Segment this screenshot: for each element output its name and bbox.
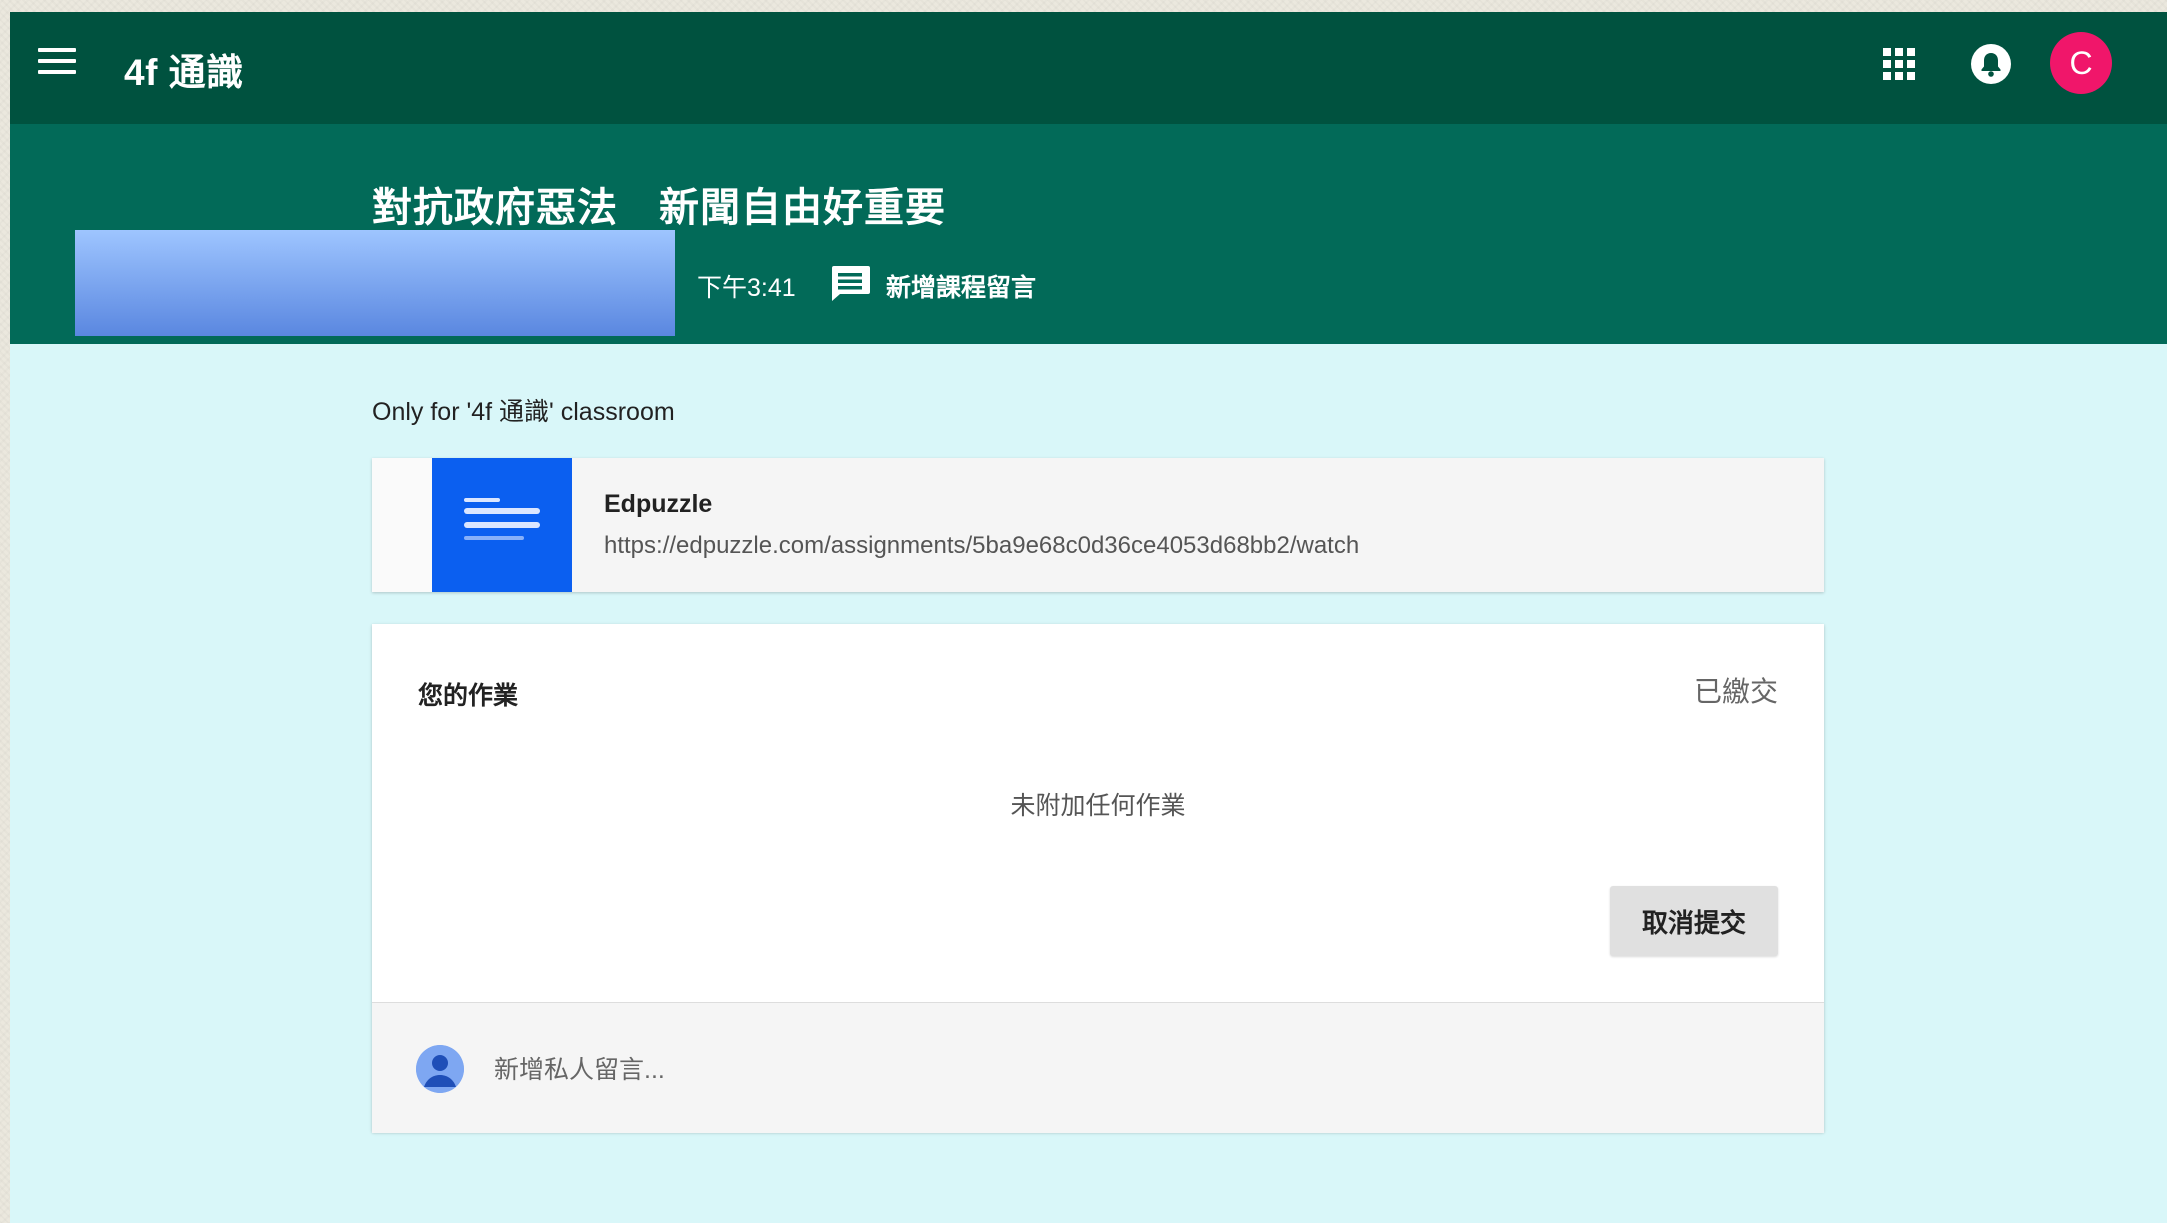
private-comment-input[interactable]: [492, 1043, 1396, 1097]
hamburger-menu-icon[interactable]: [38, 48, 76, 78]
private-comment-section: [372, 1002, 1824, 1133]
status-badge: 已繳交: [1693, 676, 1778, 707]
post-header-banner: 對抗政府惡法 新聞自由好重要 下午3:41 新增課程留言: [10, 124, 2167, 344]
class-name[interactable]: 4f 通識: [124, 42, 244, 96]
attachment-thumbnail: [372, 458, 572, 592]
apps-grid-icon[interactable]: [1883, 48, 1915, 80]
classroom-app: 4f 通識 C 對抗政府惡法 新聞自由好重要 下午3:41 新增課程留言 Onl…: [10, 12, 2167, 1223]
comment-icon[interactable]: [828, 264, 872, 302]
post-title: 對抗政府惡法 新聞自由好重要: [372, 186, 946, 230]
audience-note: Only for '4f 通識' classroom: [372, 398, 675, 426]
attachment-url: https://edpuzzle.com/assignments/5ba9e68…: [604, 532, 1360, 559]
post-time: 下午3:41: [697, 274, 796, 302]
your-work-card: 您的作業 已繳交 未附加任何作業 取消提交: [372, 624, 1824, 1133]
user-avatar[interactable]: C: [2050, 32, 2112, 94]
unsubmit-button[interactable]: 取消提交: [1610, 886, 1778, 956]
attachment-card[interactable]: Edpuzzle https://edpuzzle.com/assignment…: [372, 458, 1824, 592]
redacted-author-block: [75, 230, 675, 336]
your-work-label: 您的作業: [418, 682, 519, 710]
bell-icon[interactable]: [1969, 42, 2013, 86]
no-work-attached-text: 未附加任何作業: [1010, 792, 1186, 820]
user-avatar-icon: [416, 1045, 464, 1093]
add-class-comment-link[interactable]: 新增課程留言: [886, 268, 1036, 304]
attachment-title: Edpuzzle: [604, 490, 713, 518]
top-app-bar: 4f 通識 C: [10, 12, 2167, 124]
